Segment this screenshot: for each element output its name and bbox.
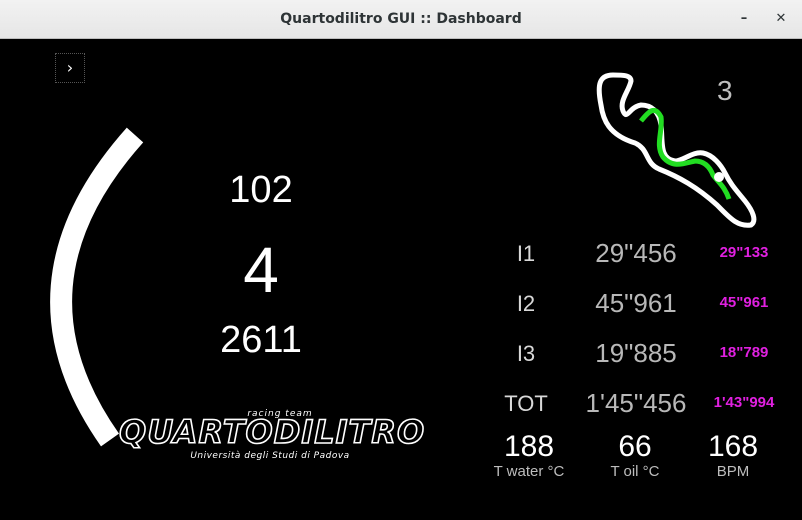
heart-rate-value: 168 — [707, 430, 759, 463]
sector-best-time: 45"961 — [719, 294, 769, 311]
team-logo: racing team QUARTODILITRO Università deg… — [115, 409, 425, 469]
total-time: 1'45"456 — [585, 388, 687, 418]
sector-time: 29"456 — [595, 238, 677, 268]
sector-best-time: 29"133 — [719, 244, 769, 261]
water-temp-label: T water °C — [493, 463, 565, 480]
water-temp-value: 188 — [503, 430, 555, 463]
sector-best-time: 18"789 — [719, 344, 769, 361]
sector-label: I2 — [516, 291, 536, 316]
menu-toggle-button[interactable]: › — [55, 53, 85, 83]
oil-temp-value: 66 — [618, 430, 652, 463]
total-row: TOT 1'45"456 1'43"994 — [481, 385, 801, 425]
total-label: TOT — [504, 391, 548, 416]
sector-row: I2 45"961 45"961 — [481, 285, 801, 325]
sector-time: 45"961 — [595, 288, 677, 318]
sector-row: I3 19"885 18"789 — [481, 335, 801, 375]
track-map — [596, 72, 757, 228]
logo-wordmark: QUARTODILITRO — [118, 412, 426, 452]
app-window: Quartodilitro GUI :: Dashboard – ✕ › 102… — [0, 0, 802, 520]
sector-label: I1 — [516, 241, 536, 266]
close-button[interactable]: ✕ — [771, 9, 791, 29]
title-bar: Quartodilitro GUI :: Dashboard – ✕ — [0, 0, 802, 39]
water-temp-readout: 188 T water °C — [479, 431, 579, 481]
minimize-button[interactable]: – — [734, 9, 754, 29]
gear-value: 4 — [243, 234, 279, 306]
speed-value: 102 — [229, 169, 293, 211]
window-title: Quartodilitro GUI :: Dashboard — [280, 11, 522, 27]
oil-temp-readout: 66 T oil °C — [585, 431, 685, 481]
heart-rate-readout: 168 BPM — [683, 431, 783, 481]
rpm-gauge — [50, 127, 144, 447]
lap-count: 3 — [717, 75, 733, 106]
heart-rate-label: BPM — [716, 463, 750, 480]
sector-row: I1 29"456 29"133 — [481, 235, 801, 275]
oil-temp-label: T oil °C — [610, 463, 660, 480]
dashboard: › 102 4 2611 3 I1 29"456 29"133 I2 45"96… — [1, 39, 801, 519]
logo-university: Università degli Studi di Padova — [190, 451, 350, 461]
total-best-time: 1'43"994 — [713, 394, 775, 411]
rpm-arc — [50, 127, 144, 447]
sector-time: 19"885 — [595, 338, 677, 368]
chevron-right-icon: › — [66, 58, 74, 77]
car-position-marker — [714, 172, 724, 182]
sector-label: I3 — [516, 341, 536, 366]
track-segment-highlight — [639, 107, 732, 200]
rpm-value: 2611 — [220, 319, 302, 361]
